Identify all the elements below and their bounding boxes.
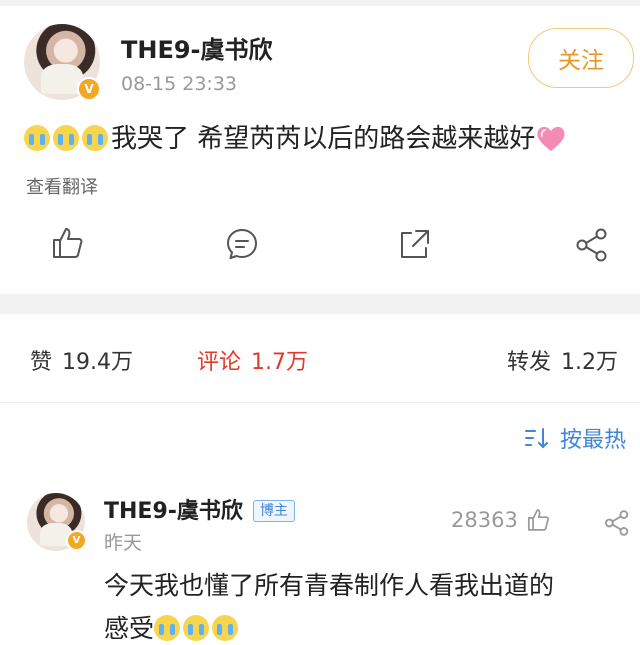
blogger-badge: 博主: [252, 500, 295, 522]
comment-time: 昨天: [104, 532, 143, 554]
follow-button[interactable]: 关注: [528, 28, 634, 88]
reposts-label: 转发: [507, 350, 552, 375]
stats-divider: [0, 402, 640, 403]
post-author-name[interactable]: THE9-虞书欣: [121, 30, 273, 65]
reposts-tab[interactable]: 转发 1.2万: [507, 344, 618, 376]
comment-author-row: THE9-虞书欣 博主: [104, 493, 295, 525]
translate-link[interactable]: 查看翻译: [26, 173, 98, 199]
comment-text-line2: 感受: [104, 614, 155, 643]
top-strip: [0, 0, 640, 6]
comments-tab[interactable]: 评论 1.7万: [197, 344, 308, 376]
crying-emoji-icon: [183, 615, 210, 641]
crying-emoji-icon: [212, 615, 239, 641]
crying-emoji-icon: [53, 125, 79, 151]
comments-count: 1.7万: [251, 350, 309, 375]
crying-emoji-icon: [24, 125, 50, 151]
sort-button[interactable]: 按最热: [524, 422, 626, 454]
comment-share-icon[interactable]: [604, 510, 630, 536]
pink-heart-emoji-icon: [537, 126, 565, 151]
comment-icon[interactable]: [225, 227, 259, 261]
comment-verified-badge-icon: V: [66, 530, 87, 551]
likes-count: 19.4万: [62, 350, 134, 375]
comment-author-name[interactable]: THE9-虞书欣: [104, 499, 243, 524]
comment-text-line1: 今天我也懂了所有青春制作人看我出道的: [104, 571, 555, 600]
like-icon[interactable]: [50, 226, 84, 260]
post-time: 08-15 23:33: [121, 73, 238, 95]
sort-icon: [524, 426, 552, 450]
crying-emoji-icon: [154, 615, 181, 641]
verified-badge-icon: V: [77, 77, 101, 101]
share-icon[interactable]: [575, 228, 609, 262]
sort-label: 按最热: [560, 428, 627, 453]
reposts-count: 1.2万: [561, 350, 619, 375]
post-text: 我哭了 希望芮芮以后的路会越来越好: [111, 124, 536, 154]
likes-label: 赞: [30, 350, 53, 375]
comment-like-count: 28363: [451, 508, 518, 532]
section-separator: [0, 294, 640, 314]
crying-emoji-icon: [82, 125, 108, 151]
likes-tab[interactable]: 赞 19.4万: [30, 344, 133, 376]
post-body: 我哭了 希望芮芮以后的路会越来越好: [24, 121, 567, 157]
comment-like-icon: [526, 508, 550, 532]
comment-like-button[interactable]: 28363: [451, 508, 550, 532]
comments-label: 评论: [197, 350, 242, 375]
repost-icon[interactable]: [399, 228, 431, 260]
